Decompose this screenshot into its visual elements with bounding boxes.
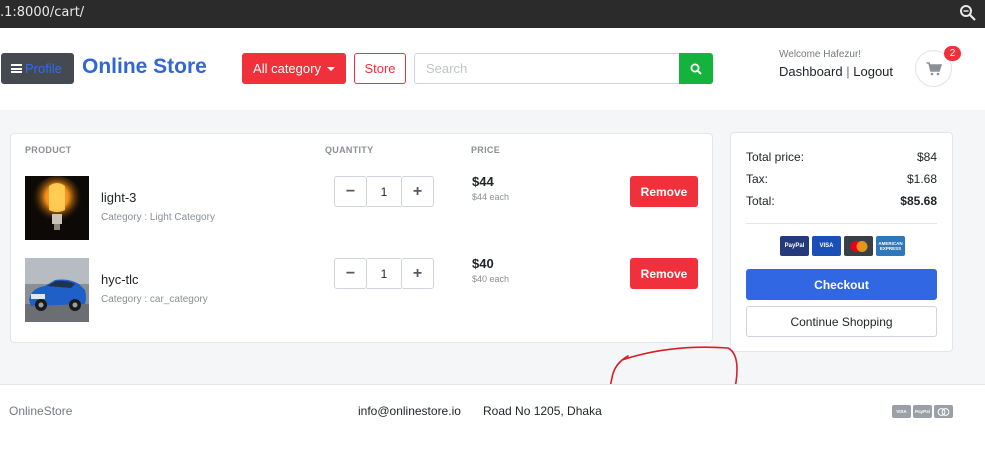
amex-icon: AMERICAN EXPRESS <box>876 236 905 256</box>
remove-button[interactable]: Remove <box>630 258 698 289</box>
store-button[interactable]: Store <box>354 53 406 84</box>
footer-brand: OnlineStore <box>9 404 73 418</box>
welcome-text: Welcome Hafezur! <box>779 49 862 60</box>
decrease-quantity-button[interactable]: − <box>334 258 367 289</box>
site-footer: OnlineStore info@onlinestore.io Road No … <box>0 384 985 454</box>
product-name[interactable]: hyc-tlc <box>101 272 139 287</box>
category-label: All category <box>253 61 321 76</box>
dashboard-link[interactable]: Dashboard <box>779 64 843 79</box>
item-unit-price: $44 each <box>472 192 510 202</box>
site-header: Profile Online Store All category Store … <box>0 28 985 110</box>
hamburger-icon <box>11 64 22 73</box>
footer-payment-methods: VISA PayPal <box>892 405 953 418</box>
cart-table: PRODUCT QUANTITY PRICE light-3 Category … <box>10 133 713 343</box>
product-image-car[interactable] <box>25 258 89 322</box>
cart-count-badge: 2 <box>944 46 961 61</box>
profile-label: Profile <box>25 61 62 76</box>
summary-divider <box>746 223 937 224</box>
cart-item-row: hyc-tlc Category : car_category − 1 + $4… <box>11 256 714 327</box>
product-name[interactable]: light-3 <box>101 190 136 205</box>
mastercard-icon <box>844 236 873 256</box>
cart-item-row: light-3 Category : Light Category − 1 + … <box>11 174 714 245</box>
user-links: Dashboard | Logout <box>779 64 893 79</box>
column-header-product: PRODUCT <box>25 145 72 155</box>
search-input[interactable] <box>414 53 680 84</box>
browser-url-bar[interactable]: .1:8000/cart/ <box>0 0 985 28</box>
product-category: Category : Light Category <box>101 212 215 223</box>
remove-button[interactable]: Remove <box>630 176 698 207</box>
payment-methods: PayPal VISA AMERICAN EXPRESS <box>780 236 905 256</box>
tax-label: Tax: <box>746 172 769 186</box>
brand-logo[interactable]: Online Store <box>82 55 207 79</box>
continue-shopping-button[interactable]: Continue Shopping <box>746 306 937 337</box>
paypal-icon: PayPal <box>780 236 809 256</box>
column-header-quantity: QUANTITY <box>325 145 374 155</box>
quantity-input[interactable]: 1 <box>367 258 401 289</box>
mastercard-icon <box>934 405 953 418</box>
decrease-quantity-button[interactable]: − <box>334 176 367 207</box>
logout-link[interactable]: Logout <box>853 64 893 79</box>
item-price: $40 <box>472 256 494 271</box>
total-price-value: $84 <box>916 150 937 164</box>
product-category: Category : car_category <box>101 294 208 305</box>
paypal-icon: PayPal <box>913 405 932 418</box>
quantity-stepper: − 1 + <box>334 258 434 289</box>
profile-button[interactable]: Profile <box>1 53 74 84</box>
increase-quantity-button[interactable]: + <box>401 258 434 289</box>
all-category-dropdown[interactable]: All category <box>242 53 346 84</box>
checkout-button[interactable]: Checkout <box>746 269 937 300</box>
link-separator: | <box>846 64 850 79</box>
footer-email[interactable]: info@onlinestore.io <box>358 404 461 418</box>
quantity-input[interactable]: 1 <box>367 176 401 207</box>
quantity-stepper: − 1 + <box>334 176 434 207</box>
tax-value: $1.68 <box>906 172 937 186</box>
order-summary: Total price: $84 Tax: $1.68 Total: $85.6… <box>730 132 953 352</box>
grand-total-label: Total: <box>746 194 775 208</box>
product-image-light-bulb[interactable] <box>25 176 89 240</box>
grand-total-value: $85.68 <box>900 194 937 208</box>
footer-address: Road No 1205, Dhaka <box>483 404 602 418</box>
visa-icon: VISA <box>812 236 841 256</box>
magnifier-icon[interactable] <box>959 4 977 22</box>
search-button[interactable] <box>679 53 713 84</box>
item-unit-price: $40 each <box>472 274 510 284</box>
visa-icon: VISA <box>892 405 911 418</box>
search-icon <box>690 63 702 75</box>
column-header-price: PRICE <box>471 145 501 155</box>
increase-quantity-button[interactable]: + <box>401 176 434 207</box>
shopping-cart-icon <box>926 61 942 75</box>
total-price-label: Total price: <box>746 150 805 164</box>
url-text[interactable]: .1:8000/cart/ <box>0 5 84 20</box>
item-price: $44 <box>472 174 494 189</box>
caret-down-icon <box>326 66 335 71</box>
